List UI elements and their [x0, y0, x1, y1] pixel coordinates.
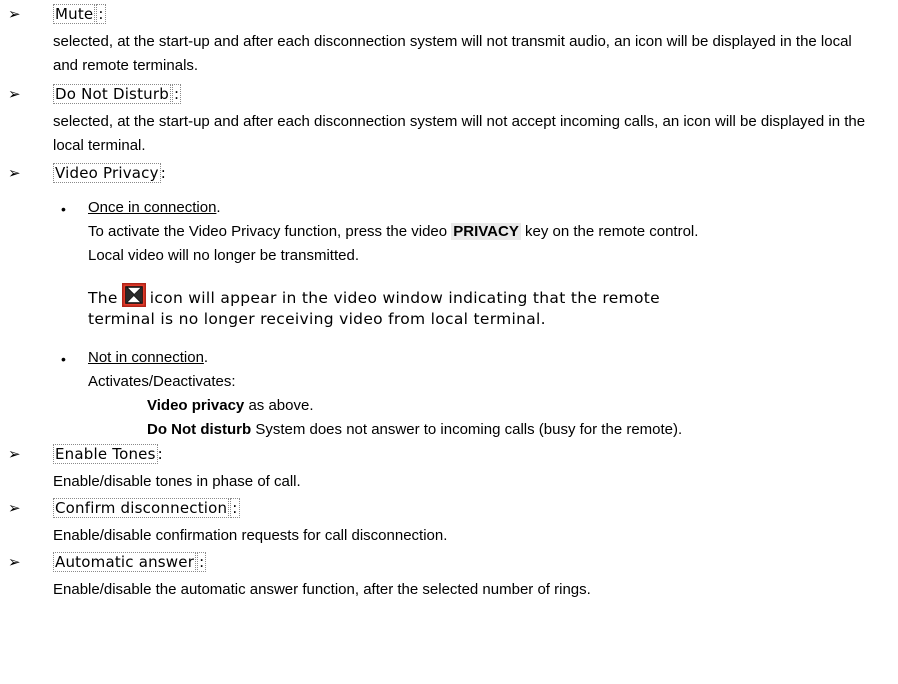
arrow-bullet-icon: ➢ — [8, 164, 21, 182]
term-mute-label: Mute — [53, 4, 96, 24]
round-bullet-icon: • — [61, 201, 66, 217]
option-do-not-disturb: Do Not disturb System does not answer to… — [147, 418, 682, 442]
note-pre: The — [88, 289, 118, 307]
privacy-icon-note-line2: terminal is no longer receiving video fr… — [88, 310, 546, 328]
term-colon: : — [160, 164, 166, 182]
term-mute: Mute: — [53, 4, 106, 24]
arrow-bullet-icon: ➢ — [8, 85, 21, 103]
activates-deactivates: Activates/Deactivates: — [88, 373, 236, 390]
term-confirm-label: Confirm disconnection — [53, 498, 230, 518]
arrow-bullet-icon: ➢ — [8, 445, 21, 463]
arrow-bullet-icon: ➢ — [8, 5, 21, 23]
term-dnd-label: Do Not Disturb — [53, 84, 171, 104]
term-colon: : — [171, 84, 182, 104]
once-title-text: Once in connection — [88, 199, 217, 216]
once-line1-pre: To activate the Video Privacy function, … — [88, 223, 452, 240]
desc-mute: selected, at the start-up and after each… — [53, 33, 852, 74]
desc-confirm-disconnection: Enable/disable confirmation requests for… — [53, 527, 448, 544]
term-video-privacy-label: Video Privacy — [53, 163, 161, 183]
term-video-privacy: Video Privacy: — [53, 163, 166, 183]
once-in-connection-title: Once in connection. — [88, 199, 221, 216]
opt1-rest: as above. — [244, 397, 314, 414]
note-post: icon will appear in the video window ind… — [149, 289, 660, 307]
desc-automatic-answer: Enable/disable the automatic answer func… — [53, 581, 591, 598]
privacy-icon-note: The icon will appear in the video window… — [88, 283, 868, 310]
once-line1-post: key on the remote control. — [520, 223, 699, 240]
once-in-connection-line1: To activate the Video Privacy function, … — [88, 220, 878, 244]
term-colon: : — [230, 498, 240, 518]
option-video-privacy: Video privacy as above. — [147, 394, 314, 418]
arrow-bullet-icon: ➢ — [8, 553, 21, 571]
term-auto-answer-label: Automatic answer — [53, 552, 197, 572]
opt1-bold: Video privacy — [147, 397, 245, 414]
not-title-text: Not in connection — [88, 349, 204, 366]
term-colon: : — [197, 552, 207, 572]
opt2-bold: Do Not disturb — [147, 421, 252, 438]
round-bullet-icon: • — [61, 351, 66, 367]
manual-page: ➢ Mute: selected, at the start-up and af… — [0, 0, 898, 684]
privacy-key-label: PRIVACY — [451, 223, 521, 240]
desc-do-not-disturb: selected, at the start-up and after each… — [53, 113, 866, 154]
arrow-bullet-icon: ➢ — [8, 499, 21, 517]
once-in-connection-line2: Local video will no longer be transmitte… — [88, 247, 359, 264]
desc-enable-tones: Enable/disable tones in phase of call. — [53, 473, 301, 490]
term-enable-tones: Enable Tones: — [53, 444, 163, 464]
term-automatic-answer: Automatic answer: — [53, 552, 207, 572]
opt2-rest: System does not answer to incoming calls… — [251, 421, 683, 438]
term-do-not-disturb: Do Not Disturb: — [53, 84, 182, 104]
term-enable-tones-label: Enable Tones — [53, 444, 158, 464]
term-confirm-disconnection: Confirm disconnection: — [53, 498, 240, 518]
video-privacy-icon — [121, 283, 146, 307]
term-colon: : — [96, 4, 106, 24]
not-in-connection-title: Not in connection. — [88, 349, 209, 366]
term-colon: : — [157, 445, 163, 463]
